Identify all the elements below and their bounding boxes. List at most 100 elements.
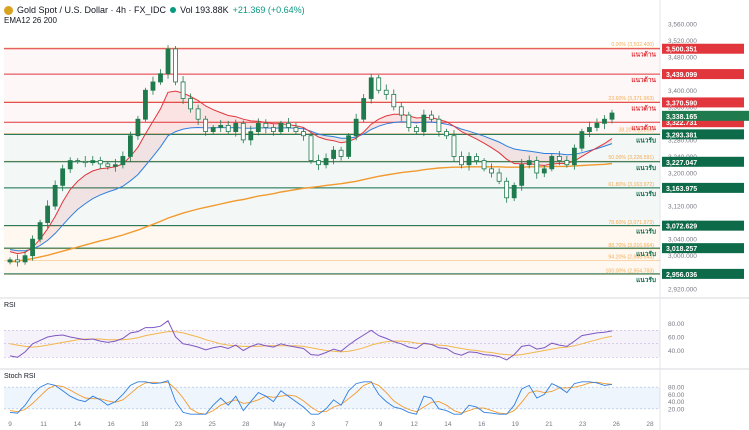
rsi-tick-label: 60.00 [668, 335, 685, 342]
candle-body [270, 127, 276, 133]
candle-body [331, 149, 336, 159]
chart-canvas[interactable]: 0.00% (3,502.400)23.60% (3,371.963)38.20… [0, 0, 749, 430]
resistance-tag: แนวต้าน [631, 103, 656, 112]
candle-body [413, 127, 419, 133]
candle-body [240, 122, 246, 141]
y-tick-label: 3,560.000 [668, 22, 697, 29]
y-tick-label: 3,000.000 [668, 253, 697, 260]
tags-layer: 3,500.351 3,439.099 3,370.590 3,322.731 3,29… [662, 43, 749, 279]
candle-body [286, 122, 291, 128]
stoch-tick-label: 40.00 [668, 399, 685, 406]
candle-body [398, 106, 404, 116]
x-tick-label: 23 [579, 421, 587, 428]
candle-body [203, 118, 209, 133]
candle-body [82, 160, 88, 164]
level-zone [4, 248, 660, 274]
support-tag: แนวรับ [636, 164, 656, 172]
candle-body [338, 149, 344, 157]
candle-body [594, 122, 600, 128]
fib-label: 50.00% (3,228.591) [608, 155, 654, 161]
support-tag: แนวรับ [636, 190, 656, 198]
x-tick-label: 21 [545, 421, 553, 428]
fib-label: 61.80% (3,163.972) [608, 182, 654, 188]
price-tag: 3,439.099 [666, 72, 697, 79]
candle-body [75, 160, 81, 162]
stoch-tick-label: 80.00 [668, 385, 685, 392]
candle-body [143, 89, 148, 120]
candle-body [353, 118, 359, 137]
x-tick-label: 16 [107, 421, 115, 428]
candle-body [7, 259, 13, 263]
price-tag: 3,018.257 [666, 246, 697, 253]
x-tick-label: 28 [646, 421, 654, 428]
resistance-tag: แนวต้าน [631, 50, 656, 59]
support-tag: แนวรับ [636, 228, 656, 236]
chart-root: Gold Spot / U.S. Dollar · 4h · FX_IDC Vo… [0, 0, 749, 430]
candle-body [549, 156, 555, 170]
price-tag: 3,163.975 [666, 186, 697, 193]
candle-body [135, 118, 141, 137]
support-tag: แนวรับ [636, 250, 656, 258]
fib-label: 23.60% (3,371.963) [608, 96, 654, 102]
candle-body [248, 131, 254, 141]
candle-body [489, 168, 495, 174]
y-tick-label: 3,400.000 [668, 88, 697, 95]
candle-body [210, 127, 216, 133]
x-tick-label: 14 [74, 421, 82, 428]
level-zone [4, 122, 660, 135]
candle-body [602, 118, 607, 124]
candle-body [105, 163, 111, 167]
candle-body [45, 205, 51, 224]
candle-body [158, 73, 163, 83]
candle-body [60, 168, 66, 186]
current-price-label: 3,338.165 [666, 114, 697, 121]
candle-body [67, 160, 73, 170]
level-zone [4, 48, 660, 75]
candle-body [504, 180, 510, 199]
candle-body [188, 98, 194, 110]
candle-body [421, 114, 427, 133]
x-tick-label: May [273, 421, 286, 428]
candle-body [564, 160, 570, 166]
candle-body [466, 156, 472, 166]
candle-body [609, 112, 615, 120]
candle-body [436, 118, 442, 133]
candle-body [571, 147, 577, 166]
candle-body [120, 156, 126, 166]
candle-body [526, 160, 532, 166]
price-tag: 3,227.047 [666, 160, 697, 167]
candle-body [459, 156, 464, 166]
candle-body [346, 135, 352, 157]
fib-label: 78.60% (3,071.973) [608, 220, 654, 226]
resistance-tag: แนวต้าน [631, 75, 656, 84]
price-tag: 3,072.629 [666, 224, 697, 231]
candle-body [428, 114, 434, 120]
y-tick-label: 2,920.000 [668, 286, 697, 293]
rsi-layer [4, 320, 660, 361]
stoch-band [4, 387, 660, 409]
x-tick-label: 9 [8, 421, 12, 428]
stoch-tick-label: 20.00 [668, 406, 685, 413]
candle-body [233, 122, 239, 133]
candle-body [534, 160, 540, 174]
candle-body [308, 135, 314, 161]
candle-body [173, 48, 178, 83]
x-tick-label: 3 [311, 421, 315, 428]
candle-body [22, 255, 28, 263]
candle-body [165, 48, 171, 75]
x-tick-label: 7 [345, 421, 349, 428]
candle-body [368, 77, 374, 99]
candle-body [255, 122, 261, 133]
support-tag: แนวรับ [636, 276, 656, 284]
x-tick-label: 18 [141, 421, 149, 428]
price-tag: 2,956.036 [666, 272, 697, 279]
candle-body [519, 164, 525, 186]
candle-body [180, 81, 186, 99]
candle-body [541, 168, 547, 174]
candle-body [376, 77, 382, 91]
x-tick-label: 12 [411, 421, 419, 428]
candle-body [587, 127, 592, 133]
candle-body [301, 131, 306, 137]
candle-body [263, 122, 269, 128]
candle-body [97, 160, 103, 165]
